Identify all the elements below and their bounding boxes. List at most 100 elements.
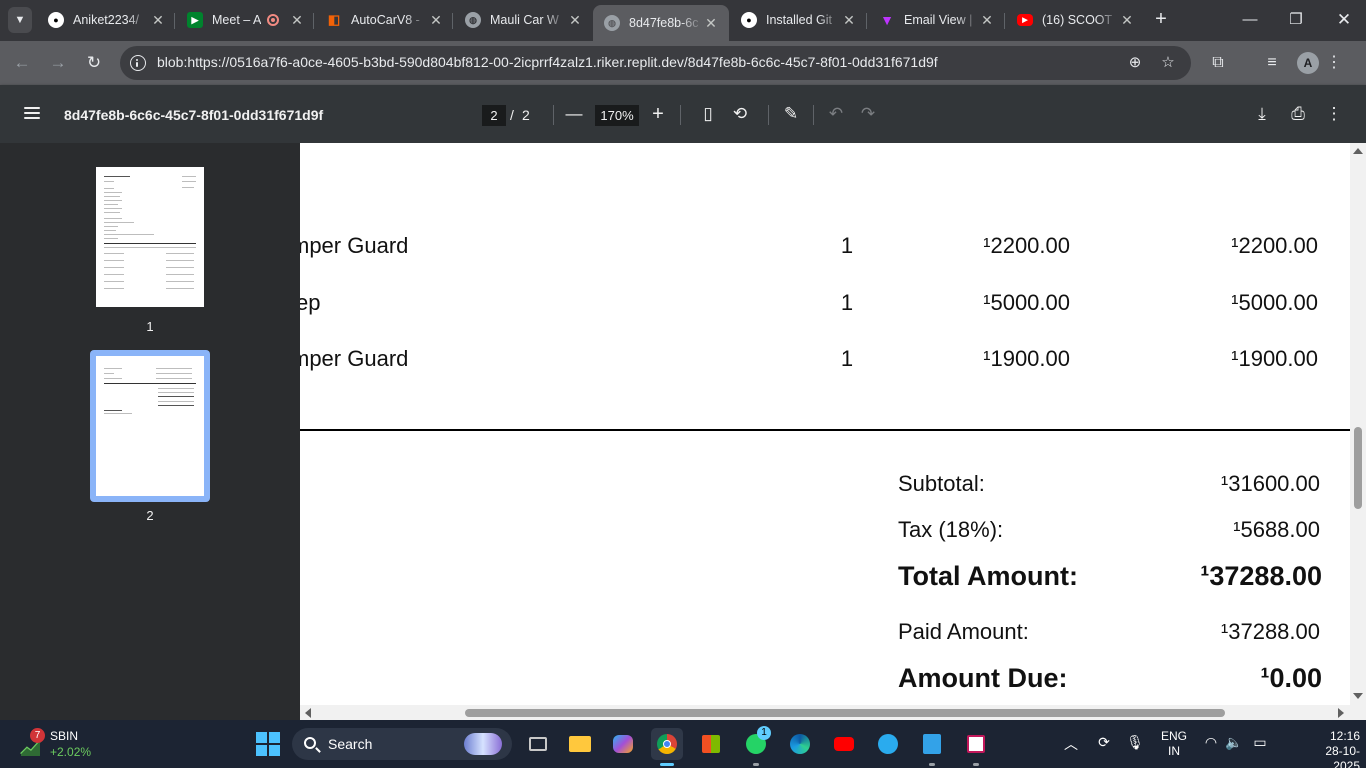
reload-button[interactable]: ↻ xyxy=(82,51,106,75)
fit-page-icon[interactable]: ▯ xyxy=(697,103,719,125)
back-button[interactable]: ← xyxy=(10,51,34,75)
download-icon[interactable]: ⤓ xyxy=(1251,103,1273,125)
tab-pdf-active[interactable]: ◍ 8d47fe8b-6c ✕ xyxy=(593,5,729,41)
page-separator: / xyxy=(510,107,514,123)
thumbnail-page-number: 2 xyxy=(146,508,154,523)
close-tab-icon[interactable]: ✕ xyxy=(841,12,857,29)
copilot-icon[interactable] xyxy=(607,728,639,760)
redo-icon[interactable]: ↷ xyxy=(857,103,879,125)
search-icon xyxy=(304,737,316,749)
close-tab-icon[interactable]: ✕ xyxy=(979,12,995,29)
sidebar-menu-icon[interactable] xyxy=(24,107,40,119)
restore-button[interactable]: ❐ xyxy=(1284,8,1308,32)
tab-youtube[interactable]: ▶ (16) SCOOT ✕ xyxy=(1017,6,1135,34)
horizontal-scrollbar[interactable] xyxy=(300,705,1366,720)
extensions-icon[interactable]: ⧉ xyxy=(1206,51,1230,75)
region-code: IN xyxy=(1168,744,1180,758)
tab-installed-github[interactable]: ● Installed Git ✕ xyxy=(741,6,857,34)
url-text[interactable]: blob:https://0516a7f6-a0ce-4605-b3bd-590… xyxy=(157,54,938,70)
subtotal-label: Subtotal: xyxy=(898,471,985,496)
battery-icon[interactable]: ▭ xyxy=(1250,734,1270,751)
thumbnail-sidebar: 1 2 xyxy=(0,143,300,720)
chrome-menu-icon[interactable]: ⋮ xyxy=(1322,51,1346,75)
close-window-button[interactable]: ✕ xyxy=(1332,8,1356,32)
tab-email-view[interactable]: ▼ Email View | ✕ xyxy=(879,6,995,34)
address-bar[interactable]: blob:https://0516a7f6-a0ce-4605-b3bd-590… xyxy=(120,46,1191,80)
language-indicator[interactable]: ENG IN xyxy=(1157,729,1191,759)
close-tab-icon[interactable]: ✕ xyxy=(703,15,719,32)
undo-icon[interactable]: ↶ xyxy=(825,103,847,125)
whatsapp-icon[interactable]: 1 xyxy=(740,726,772,766)
item-price: ¹2200.00 xyxy=(983,233,1070,258)
scroll-down-arrow[interactable] xyxy=(1353,693,1363,699)
print-icon[interactable]: ⎙ xyxy=(1287,103,1309,125)
total-amount-label: Total Amount: xyxy=(898,561,1078,591)
bookmark-star-icon[interactable]: ☆ xyxy=(1158,53,1178,73)
media-controls-icon[interactable]: ≡ xyxy=(1260,51,1284,75)
close-tab-icon[interactable]: ✕ xyxy=(289,12,305,29)
page-thumbnail-1[interactable] xyxy=(96,167,204,307)
annotate-icon[interactable]: ✎ xyxy=(780,103,802,125)
windows-start-icon[interactable] xyxy=(256,732,280,756)
file-explorer-icon[interactable] xyxy=(564,728,596,760)
stock-change: +2.02% xyxy=(50,745,92,759)
telegram-icon[interactable] xyxy=(872,728,904,760)
microphone-icon[interactable]: 🎙 xyxy=(1126,734,1144,751)
microsoft-store-icon[interactable] xyxy=(695,728,727,760)
taskbar-search[interactable]: Search xyxy=(292,728,512,760)
scroll-up-arrow[interactable] xyxy=(1353,148,1363,154)
notification-badge: 1 xyxy=(757,726,771,740)
tab-mauli-car[interactable]: ◍ Mauli Car W ✕ xyxy=(465,6,583,34)
notepad-icon[interactable] xyxy=(916,728,948,766)
volume-icon[interactable]: 🔈 xyxy=(1225,734,1243,751)
tax-label: Tax (18%): xyxy=(898,517,1004,542)
scroll-right-arrow[interactable] xyxy=(1338,708,1344,718)
more-options-icon[interactable]: ⋮ xyxy=(1323,103,1345,125)
item-description: ep xyxy=(300,290,321,315)
close-tab-icon[interactable]: ✕ xyxy=(567,12,583,29)
edge-icon[interactable] xyxy=(784,728,816,760)
site-info-icon[interactable] xyxy=(130,55,146,71)
profile-avatar[interactable]: A xyxy=(1297,52,1319,74)
tab-meet[interactable]: ▶ Meet – A ✕ xyxy=(187,6,305,34)
item-quantity: 1 xyxy=(840,233,854,258)
tab-autocarv8[interactable]: ◧ AutoCarV8 - ✕ xyxy=(326,6,444,34)
clock-date: 28-10-2025 xyxy=(1325,744,1360,768)
toolbar-divider xyxy=(553,105,554,125)
new-tab-button[interactable]: + xyxy=(1151,8,1171,32)
system-clock[interactable]: 12:16 28-10-2025 xyxy=(1304,729,1360,768)
page-number-input[interactable]: 2 xyxy=(482,105,506,126)
amount-due-label: Amount Due: xyxy=(898,663,1068,693)
vertical-scroll-thumb[interactable] xyxy=(1354,427,1362,509)
show-hidden-icons-chevron-icon[interactable]: ︿ xyxy=(1062,734,1080,754)
tab-search-button[interactable]: ▼ xyxy=(8,7,32,33)
forward-button[interactable]: → xyxy=(46,51,70,75)
youtube-app-icon[interactable] xyxy=(828,728,860,760)
stock-badge: 7 xyxy=(30,728,45,743)
vertical-scrollbar[interactable] xyxy=(1350,143,1366,705)
rotate-icon[interactable]: ⟲ xyxy=(729,103,751,125)
page-thumbnail-2[interactable] xyxy=(96,356,204,496)
minimize-button[interactable]: — xyxy=(1238,8,1262,32)
chrome-icon[interactable] xyxy=(651,728,683,766)
document-title: 8d47fe8b-6c6c-45c7-8f01-0dd31f671d9f xyxy=(64,107,324,123)
pdf-viewer[interactable]: mper Guard 1 ¹2200.00 ¹2200.00 ep 1 ¹500… xyxy=(300,143,1350,705)
snipping-tool-icon[interactable] xyxy=(960,728,992,766)
tab-github-aniket[interactable]: ● Aniket2234/ ✕ xyxy=(48,6,166,34)
sync-icon[interactable]: ⟳ xyxy=(1094,734,1114,751)
windows-taskbar: 7 SBIN +2.02% Search 1 ︿ ⟳ 🎙 ENG IN ◠ 🔈 … xyxy=(0,720,1366,768)
close-tab-icon[interactable]: ✕ xyxy=(1119,12,1135,29)
task-view-icon[interactable] xyxy=(522,728,554,760)
stock-widget[interactable]: 7 SBIN +2.02% xyxy=(20,728,110,762)
item-quantity: 1 xyxy=(840,290,854,315)
scroll-left-arrow[interactable] xyxy=(305,708,311,718)
close-tab-icon[interactable]: ✕ xyxy=(428,12,444,29)
close-tab-icon[interactable]: ✕ xyxy=(150,12,166,29)
horizontal-scroll-thumb[interactable] xyxy=(465,709,1225,717)
zoom-level-input[interactable]: 170% xyxy=(595,105,639,126)
wifi-icon[interactable]: ◠ xyxy=(1202,734,1220,751)
paid-amount-value: ¹37288.00 xyxy=(1220,619,1320,644)
zoom-icon[interactable]: ⊕ xyxy=(1125,53,1145,73)
zoom-out-button[interactable]: — xyxy=(563,103,585,125)
zoom-in-button[interactable]: + xyxy=(647,103,669,125)
